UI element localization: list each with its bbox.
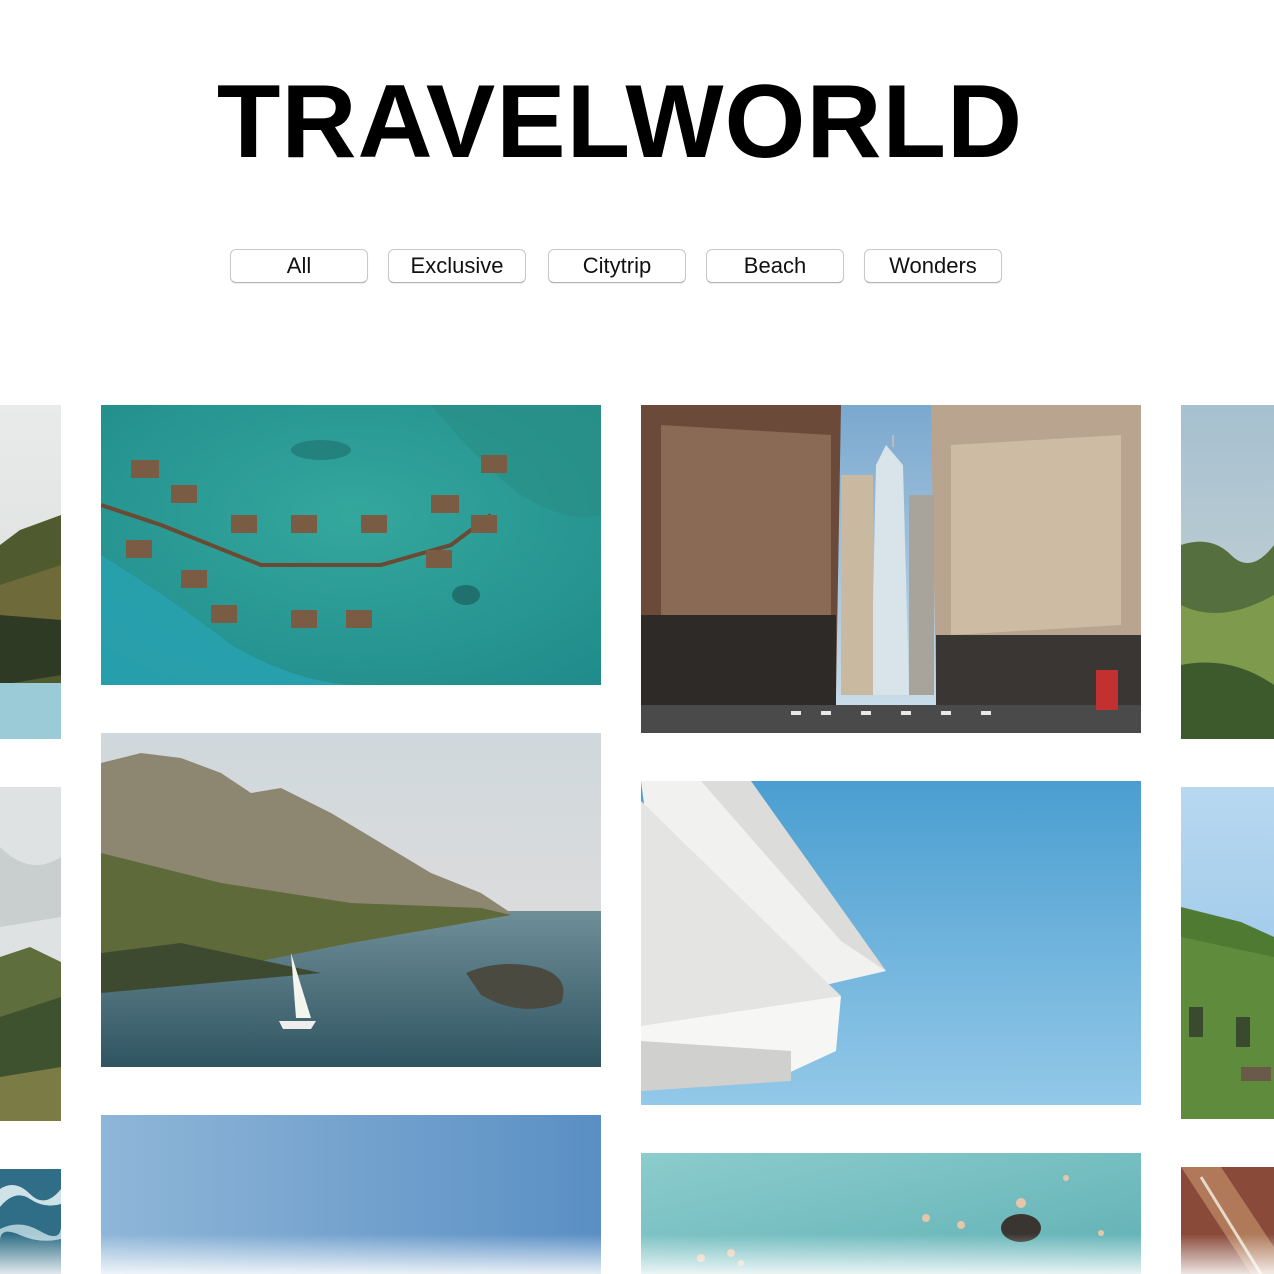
filter-wonders-button[interactable]: Wonders <box>864 249 1002 283</box>
filter-citytrip-button[interactable]: Citytrip <box>548 249 686 283</box>
photo-ocean-waves-partial[interactable] <box>0 1169 61 1274</box>
filter-exclusive-button[interactable]: Exclusive <box>388 249 526 283</box>
filter-bar: All Exclusive Citytrip Beach Wonders <box>0 249 1274 283</box>
photo-red-cliff-partial[interactable] <box>1181 1167 1274 1274</box>
photo-clear-sky[interactable] <box>101 1115 601 1274</box>
photo-aerial-overwater-villas[interactable] <box>101 405 601 685</box>
page: TRAVELWORLD All Exclusive Citytrip Beach… <box>0 0 1274 1274</box>
photo-ivy-covered-building-partial[interactable] <box>1181 787 1274 1119</box>
photo-green-hills-partial[interactable] <box>0 787 61 1121</box>
photo-new-york-street-skyscraper[interactable] <box>641 405 1141 733</box>
filter-beach-button[interactable]: Beach <box>706 249 844 283</box>
photo-misty-hills-partial[interactable] <box>1181 405 1274 739</box>
filter-all-button[interactable]: All <box>230 249 368 283</box>
site-title: TRAVELWORLD <box>216 64 1024 180</box>
photo-white-architecture-blue-sky[interactable] <box>641 781 1141 1105</box>
photo-rocky-coast-sailboat[interactable] <box>101 733 601 1067</box>
photo-swimmers-turquoise-sea[interactable] <box>641 1153 1141 1274</box>
photo-mountain-lake-partial[interactable] <box>0 405 61 739</box>
